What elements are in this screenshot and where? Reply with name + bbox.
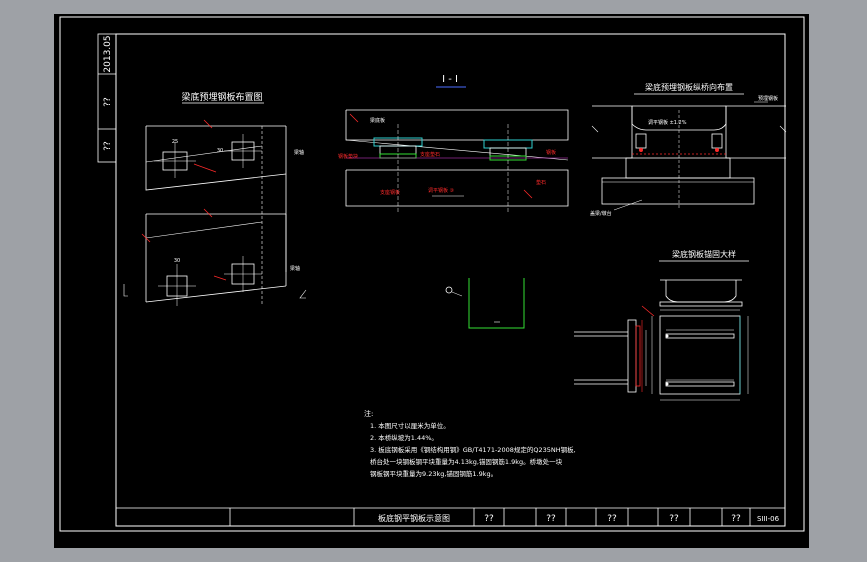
note-line: 钢板钢平块重量为9.23kg,锚固钢筋1.9kg。 <box>370 469 497 478</box>
drawing-title: 板底钢平钢板示意图 <box>378 513 450 523</box>
plan-dim-bottom-left: 30 <box>174 258 180 264</box>
notes: 注: 1. 本图尺寸以厘米为单位。 2. 本桥纵坡为1.44%。 3. 板底钢板… <box>364 409 576 478</box>
title-cell: ?? <box>607 514 617 524</box>
detail-title: 梁底钢板锚固大样 <box>672 249 736 259</box>
longitudinal-view: 梁底预埋钢板纵桥向布置 预埋钢板 调平钢板 ±1.2% 盖梁/墩台 <box>590 82 787 217</box>
note-line: 桥台处一块钢板钢平块重量为4.13kg,锚固钢筋1.9kg。桥墩处一块 <box>370 457 563 466</box>
drawing-sheet: 2013.05 ?? ?? 梁底预埋钢板布置图 25 30 梁轴 30 梁轴 I… <box>54 14 809 548</box>
title-block: 板底钢平钢板示意图 ?? ?? ?? ?? ?? SIII-06 <box>116 507 785 526</box>
plan-tag-bottom: 梁轴 <box>290 265 300 272</box>
hook-detail <box>445 278 525 329</box>
longitudinal-title: 梁底预埋钢板纵桥向布置 <box>645 82 733 92</box>
title-cell: ?? <box>731 514 741 524</box>
long-label-mid: 调平钢板 ±1.2% <box>648 119 687 126</box>
plan-title: 梁底预埋钢板布置图 <box>181 91 262 103</box>
section-label-top: 梁底板 <box>370 117 385 124</box>
section-label-left: 钢板垫块 <box>338 153 358 160</box>
sheet-number: SIII-06 <box>757 515 780 523</box>
note-line: 1. 本图尺寸以厘米为单位。 <box>370 421 450 430</box>
plan-dim-right: 30 <box>217 148 223 154</box>
long-label-bottom: 盖梁/墩台 <box>590 210 612 217</box>
section-label-bottom-left: 支座钢板 <box>380 189 400 196</box>
section-label-bottom-mid: 调平钢板 ③ <box>428 187 454 194</box>
section-label-right: 垫石 <box>536 179 546 186</box>
note-line: 3. 板底钢板采用《钢结构用钢》GB/T4171-2008规定的Q235NH钢板… <box>370 445 576 454</box>
section-title: I - I <box>442 74 458 85</box>
section-label-right-top: 钢板 <box>546 149 556 156</box>
plan-view: 梁底预埋钢板布置图 25 30 梁轴 30 梁轴 <box>123 91 307 306</box>
anchorage-detail: 梁底钢板锚固大样 <box>574 249 749 401</box>
side-date: 2013.05 <box>103 35 113 72</box>
plan-dim-left: 25 <box>172 139 178 145</box>
notes-heading: 注: <box>364 409 373 418</box>
plan-tag-top: 梁轴 <box>294 149 304 156</box>
side-cell-3: ?? <box>103 141 113 151</box>
title-cell: ?? <box>484 514 494 524</box>
title-cell: ?? <box>546 514 556 524</box>
cad-drawing: 2013.05 ?? ?? 梁底预埋钢板布置图 25 30 梁轴 30 梁轴 I… <box>59 16 805 532</box>
title-cell: ?? <box>669 514 679 524</box>
long-label-right: 预埋钢板 <box>758 95 778 102</box>
section-label-mid: 支座垫石 <box>420 151 440 158</box>
section-view: I - I 梁底板 钢板垫块 支座垫石 钢板 垫石 支座钢板 调平钢板 ③ <box>338 74 569 214</box>
side-block: 2013.05 ?? ?? <box>97 33 117 163</box>
note-line: 2. 本桥纵坡为1.44%。 <box>370 433 438 442</box>
side-cell-2: ?? <box>103 97 113 107</box>
